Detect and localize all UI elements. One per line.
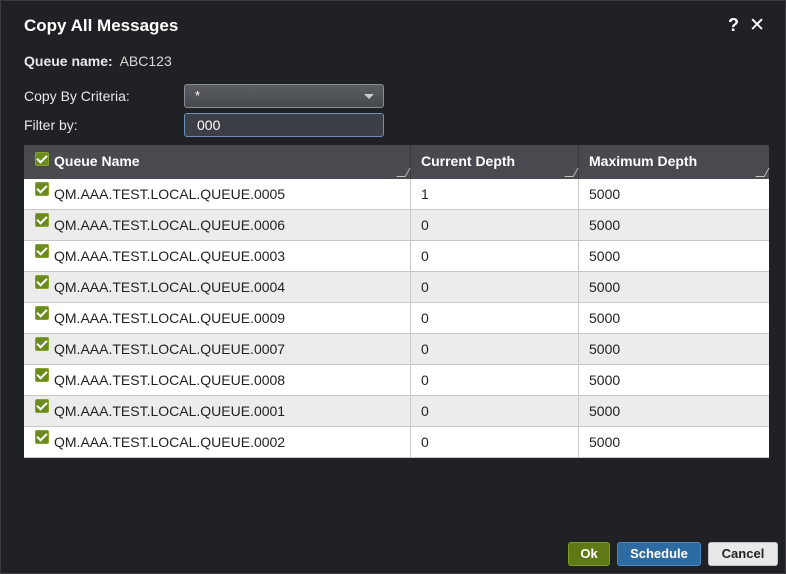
row-checkbox[interactable] <box>35 213 49 227</box>
row-checkbox[interactable] <box>35 275 49 289</box>
table-row[interactable]: QM.AAA.TEST.LOCAL.QUEUE.0007 0 5000 <box>24 334 769 365</box>
queue-name-cell: QM.AAA.TEST.LOCAL.QUEUE.0005 <box>24 179 411 209</box>
table-row[interactable]: QM.AAA.TEST.LOCAL.QUEUE.0006 0 5000 <box>24 210 769 241</box>
maximum-depth-cell: 5000 <box>589 217 621 233</box>
row-checkbox[interactable] <box>35 337 49 351</box>
row-checkbox[interactable] <box>35 182 49 196</box>
current-depth-cell: 0 <box>411 241 579 271</box>
filter-by-input[interactable] <box>184 113 384 137</box>
queue-table: Queue Name Current Depth Maximum Depth Q… <box>24 145 770 458</box>
queue-name-cell: QM.AAA.TEST.LOCAL.QUEUE.0007 <box>24 334 411 364</box>
current-depth-cell: 0 <box>411 427 579 457</box>
current-depth-cell: 0 <box>411 303 579 333</box>
dialog-title: Copy All Messages <box>24 16 179 35</box>
row-checkbox[interactable] <box>35 399 49 413</box>
schedule-button[interactable]: Schedule <box>617 542 701 566</box>
close-icon[interactable]: ✕ <box>749 14 765 37</box>
queue-name-row: Queue name: ABC123 <box>24 53 172 69</box>
column-header-label: Maximum Depth <box>589 153 698 169</box>
maximum-depth-cell: 5000 <box>589 372 621 388</box>
copy-all-messages-dialog: Copy All Messages ? ✕ Queue name: ABC123… <box>0 0 786 574</box>
maximum-depth-cell: 5000 <box>589 248 621 264</box>
table-row[interactable]: QM.AAA.TEST.LOCAL.QUEUE.0003 0 5000 <box>24 241 769 272</box>
queue-name-text: QM.AAA.TEST.LOCAL.QUEUE.0003 <box>54 248 286 264</box>
column-resize-handle[interactable] <box>396 168 411 177</box>
table-row[interactable]: QM.AAA.TEST.LOCAL.QUEUE.0008 0 5000 <box>24 365 769 396</box>
help-icon[interactable]: ? <box>728 15 739 36</box>
table-row[interactable]: QM.AAA.TEST.LOCAL.QUEUE.0001 0 5000 <box>24 396 769 427</box>
queue-name-text: QM.AAA.TEST.LOCAL.QUEUE.0009 <box>54 310 286 326</box>
cancel-button[interactable]: Cancel <box>708 542 778 566</box>
queue-name-text: QM.AAA.TEST.LOCAL.QUEUE.0007 <box>54 341 286 357</box>
queue-name-text: QM.AAA.TEST.LOCAL.QUEUE.0006 <box>54 217 286 233</box>
queue-name-cell: QM.AAA.TEST.LOCAL.QUEUE.0002 <box>24 427 411 457</box>
maximum-depth-cell: 5000 <box>589 279 621 295</box>
row-checkbox[interactable] <box>35 306 49 320</box>
current-depth-cell: 0 <box>411 210 579 240</box>
current-depth-cell: 0 <box>411 396 579 426</box>
current-depth-cell: 0 <box>411 272 579 302</box>
queue-name-cell: QM.AAA.TEST.LOCAL.QUEUE.0009 <box>24 303 411 333</box>
ok-button[interactable]: Ok <box>568 542 610 566</box>
queue-name-cell: QM.AAA.TEST.LOCAL.QUEUE.0001 <box>24 396 411 426</box>
column-header-current-depth[interactable]: Current Depth <box>411 145 579 179</box>
queue-name-text: QM.AAA.TEST.LOCAL.QUEUE.0004 <box>54 279 286 295</box>
column-resize-handle[interactable] <box>755 168 770 177</box>
table-header: Queue Name Current Depth Maximum Depth <box>24 145 770 179</box>
maximum-depth-cell: 5000 <box>589 403 621 419</box>
queue-name-text: QM.AAA.TEST.LOCAL.QUEUE.0001 <box>54 403 286 419</box>
table-row[interactable]: QM.AAA.TEST.LOCAL.QUEUE.0004 0 5000 <box>24 272 769 303</box>
column-header-label: Queue Name <box>54 153 140 169</box>
current-depth-cell: 0 <box>411 334 579 364</box>
queue-name-cell: QM.AAA.TEST.LOCAL.QUEUE.0008 <box>24 365 411 395</box>
queue-name-cell: QM.AAA.TEST.LOCAL.QUEUE.0006 <box>24 210 411 240</box>
maximum-depth-cell: 5000 <box>589 186 621 202</box>
chevron-down-icon <box>364 94 374 99</box>
column-resize-handle[interactable] <box>564 168 579 177</box>
copy-by-criteria-label: Copy By Criteria: <box>24 88 130 104</box>
table-row[interactable]: QM.AAA.TEST.LOCAL.QUEUE.0009 0 5000 <box>24 303 769 334</box>
queue-name-text: QM.AAA.TEST.LOCAL.QUEUE.0008 <box>54 372 286 388</box>
select-all-checkbox[interactable] <box>35 152 49 166</box>
dialog-titlebar: Copy All Messages ? ✕ <box>1 1 785 49</box>
maximum-depth-cell: 5000 <box>589 341 621 357</box>
column-header-queue-name[interactable]: Queue Name <box>24 145 411 179</box>
row-checkbox[interactable] <box>35 430 49 444</box>
table-row[interactable]: QM.AAA.TEST.LOCAL.QUEUE.0005 1 5000 <box>24 179 769 210</box>
current-depth-cell: 0 <box>411 365 579 395</box>
row-checkbox[interactable] <box>35 368 49 382</box>
queue-name-text: QM.AAA.TEST.LOCAL.QUEUE.0002 <box>54 434 286 450</box>
queue-name-label: Queue name: <box>24 53 113 69</box>
maximum-depth-cell: 5000 <box>589 434 621 450</box>
copy-by-criteria-select[interactable]: * <box>184 84 384 108</box>
queue-name-cell: QM.AAA.TEST.LOCAL.QUEUE.0003 <box>24 241 411 271</box>
queue-name-text: QM.AAA.TEST.LOCAL.QUEUE.0005 <box>54 186 286 202</box>
maximum-depth-cell: 5000 <box>589 310 621 326</box>
current-depth-cell: 1 <box>411 179 579 209</box>
row-checkbox[interactable] <box>35 244 49 258</box>
queue-name-value: ABC123 <box>119 53 172 69</box>
table-body: QM.AAA.TEST.LOCAL.QUEUE.0005 1 5000 QM.AAA.… <box>24 179 769 458</box>
column-header-label: Current Depth <box>421 153 516 169</box>
copy-by-criteria-value: * <box>195 88 201 103</box>
table-row[interactable]: QM.AAA.TEST.LOCAL.QUEUE.0002 0 5000 <box>24 427 769 458</box>
filter-by-label: Filter by: <box>24 117 78 133</box>
queue-name-cell: QM.AAA.TEST.LOCAL.QUEUE.0004 <box>24 272 411 302</box>
column-header-maximum-depth[interactable]: Maximum Depth <box>579 145 770 179</box>
